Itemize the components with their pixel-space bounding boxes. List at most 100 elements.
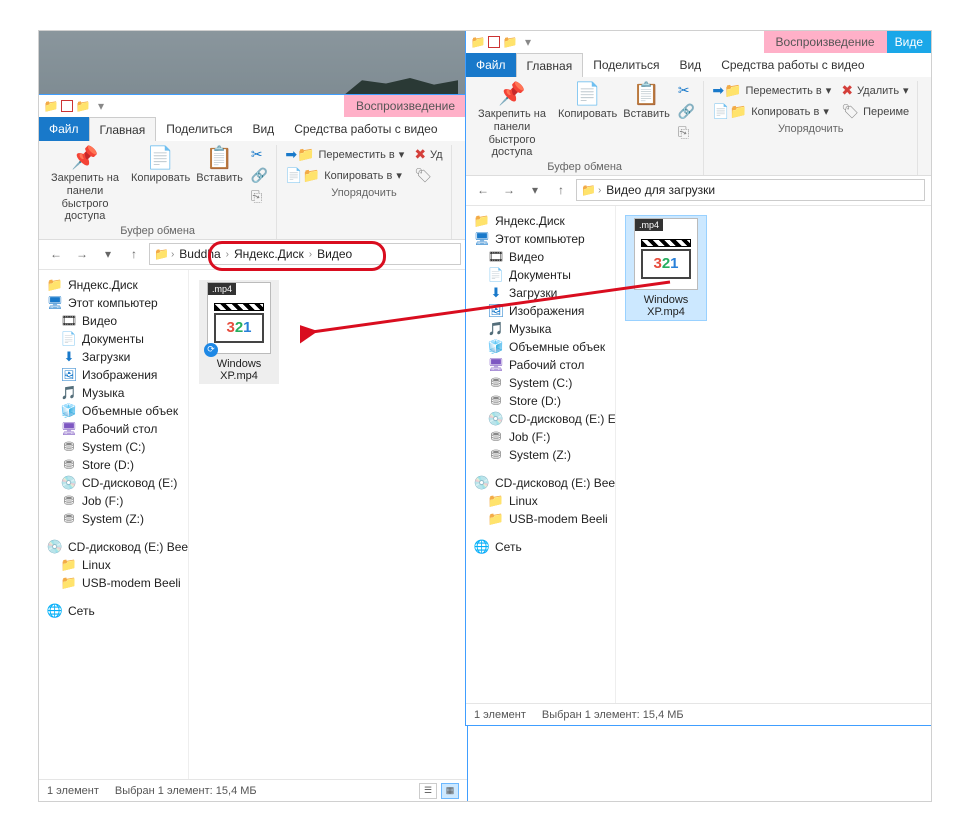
tree-item[interactable]: 🌐Сеть	[466, 538, 615, 556]
delete-button[interactable]: ✖Уд	[412, 145, 444, 164]
tree-item[interactable]: 💿CD-дисковод (E:) Bee	[466, 474, 615, 492]
chevron-icon: ›	[598, 185, 601, 196]
tree-item[interactable]: 🎞Видео	[466, 248, 615, 266]
tree-item[interactable]: 🖥Этот компьютер	[466, 230, 615, 248]
back-button[interactable]: ←	[472, 179, 494, 201]
paste-button[interactable]: 📋Вставить	[196, 145, 243, 185]
tree-item[interactable]: 💿CD-дисковод (E:) Bee	[39, 538, 188, 556]
tree-item[interactable]: 🎵Музыка	[39, 384, 188, 402]
tab-view[interactable]: Вид	[242, 117, 284, 141]
tab-share[interactable]: Поделиться	[583, 53, 669, 77]
copy-button[interactable]: 📄Копировать	[131, 145, 190, 185]
tree-item[interactable]: 💿CD-дисковод (E:)	[39, 474, 188, 492]
tree-item[interactable]: 🖥Рабочий стол	[39, 420, 188, 438]
history-button[interactable]: ▾	[524, 179, 546, 201]
ribbon-group-organize: ➡📁Переместить в ▾ 📄📁Копировать в ▾ ✖Уд 🏷…	[277, 145, 451, 239]
tree-item[interactable]: 📁Linux	[466, 492, 615, 510]
moveto-button[interactable]: ➡📁Переместить в ▾	[710, 81, 833, 100]
tree-item[interactable]: 📁Linux	[39, 556, 188, 574]
tree-item[interactable]: ⛃System (C:)	[466, 374, 615, 392]
qat-btn[interactable]	[488, 36, 500, 48]
titlebar[interactable]: 📁 📁 ▾ Воспроизведение Виде	[466, 31, 931, 53]
tree-item[interactable]: ⛃Job (F:)	[39, 492, 188, 510]
tab-share[interactable]: Поделиться	[156, 117, 242, 141]
tree-item[interactable]: 🎞Видео	[39, 312, 188, 330]
pasteshortcut-button[interactable]: ⎘	[249, 187, 270, 206]
tree-item[interactable]: 🖥Этот компьютер	[39, 294, 188, 312]
copy-button[interactable]: 📄Копировать	[558, 81, 617, 121]
tab-file[interactable]: Файл	[466, 53, 516, 77]
up-button[interactable]: ↑	[123, 243, 145, 265]
tree-item[interactable]: 📁USB-modem Beeli	[39, 574, 188, 592]
tab-videotools[interactable]: Средства работы с видео	[711, 53, 874, 77]
file-item[interactable]: .mp4 321 ⟳ Windows XP.mp4	[199, 280, 279, 384]
delete-button[interactable]: ✖Удалить ▾	[839, 81, 911, 100]
copypath-button[interactable]: 🔗	[676, 102, 697, 121]
tree-item-icon: 📁	[474, 213, 490, 229]
group-label: Упорядочить	[331, 187, 396, 199]
folder-icon: 📁	[470, 34, 486, 50]
tree-item[interactable]: ⛃Store (D:)	[39, 456, 188, 474]
cut-button[interactable]: ✂	[249, 145, 270, 164]
paste-button[interactable]: 📋Вставить	[623, 81, 670, 121]
tree-item-icon: 💿	[61, 475, 77, 491]
moveto-button[interactable]: ➡📁Переместить в ▾	[283, 145, 406, 164]
up-button[interactable]: ↑	[550, 179, 572, 201]
tree-item[interactable]: 📁Яндекс.Диск	[39, 276, 188, 294]
status-selection: Выбран 1 элемент: 15,4 МБ	[115, 785, 257, 797]
dropdown-icon[interactable]: ▾	[93, 98, 109, 114]
tree-item-label: CD-дисковод (E:) Bee	[68, 540, 188, 554]
tree-item[interactable]: ⛃System (C:)	[39, 438, 188, 456]
tab-home[interactable]: Главная	[516, 53, 584, 77]
tree-item[interactable]: 🧊Объемные объек	[39, 402, 188, 420]
pasteshortcut-button[interactable]: ⎘	[676, 123, 697, 142]
tree-item[interactable]: ⛃Job (F:)	[466, 428, 615, 446]
scissors-icon: ✂	[251, 146, 263, 163]
crumb[interactable]: Видео для загрузки	[603, 183, 718, 197]
titlebar[interactable]: 📁 📁 ▾ Воспроизведение	[39, 95, 467, 117]
tab-home[interactable]: Главная	[89, 117, 157, 141]
pin-button[interactable]: 📌Закрепить на панели быстрого доступа	[45, 145, 125, 223]
cut-button[interactable]: ✂	[676, 81, 697, 100]
back-button[interactable]: ←	[45, 243, 67, 265]
rename-icon: 🏷	[841, 103, 859, 120]
context-tab-playback[interactable]: Воспроизведение	[344, 95, 467, 117]
tab-file[interactable]: Файл	[39, 117, 89, 141]
dropdown-icon[interactable]: ▾	[520, 34, 536, 50]
tree-item[interactable]: 📁Яндекс.Диск	[466, 212, 615, 230]
ribbon-group-clipboard: 📌Закрепить на панели быстрого доступа 📄К…	[466, 81, 704, 175]
tab-videotools[interactable]: Средства работы с видео	[284, 117, 447, 141]
tree-item[interactable]: 🖼Изображения	[39, 366, 188, 384]
tree-item[interactable]: 📄Документы	[39, 330, 188, 348]
context-tab-playback[interactable]: Воспроизведение	[764, 31, 887, 53]
tree-item[interactable]: ⛃System (Z:)	[466, 446, 615, 464]
tree-view[interactable]: 📁Яндекс.Диск🖥Этот компьютер🎞Видео📄Докуме…	[39, 270, 189, 779]
context-tab-more[interactable]: Виде	[887, 31, 931, 53]
tree-item[interactable]: 🌐Сеть	[39, 602, 188, 620]
tree-item[interactable]: ⛃System (Z:)	[39, 510, 188, 528]
pin-button[interactable]: 📌Закрепить на панели быстрого доступа	[472, 81, 552, 159]
qat-btn[interactable]	[61, 100, 73, 112]
rename-button[interactable]: 🏷Переиме	[839, 102, 911, 121]
tree-item[interactable]: ⛃Store (D:)	[466, 392, 615, 410]
tree-item-icon: 🎞	[61, 313, 77, 329]
tree-item[interactable]: 📁USB-modem Beeli	[466, 510, 615, 528]
tree-item[interactable]: 💿CD-дисковод (E:) E	[466, 410, 615, 428]
copyto-button[interactable]: 📄📁Копировать в ▾	[283, 166, 406, 185]
forward-button[interactable]: →	[71, 243, 93, 265]
tree-item-label: Яндекс.Диск	[68, 278, 138, 292]
history-button[interactable]: ▾	[97, 243, 119, 265]
view-details-button[interactable]: ☰	[419, 783, 437, 799]
tree-item[interactable]: ⬇Загрузки	[39, 348, 188, 366]
rename-button[interactable]: 🏷	[412, 166, 444, 185]
view-icons-button[interactable]: ▦	[441, 783, 459, 799]
tab-view[interactable]: Вид	[669, 53, 711, 77]
address-bar[interactable]: 📁 › Видео для загрузки	[576, 179, 925, 201]
folder-icon: 📁	[581, 183, 596, 197]
tree-item-label: Загрузки	[82, 350, 130, 364]
tree-item-icon: ⛃	[488, 375, 504, 391]
copyto-button[interactable]: 📄📁Копировать в ▾	[710, 102, 833, 121]
forward-button[interactable]: →	[498, 179, 520, 201]
copypath-button[interactable]: 🔗	[249, 166, 270, 185]
tree-item[interactable]: 🖥Рабочий стол	[466, 356, 615, 374]
